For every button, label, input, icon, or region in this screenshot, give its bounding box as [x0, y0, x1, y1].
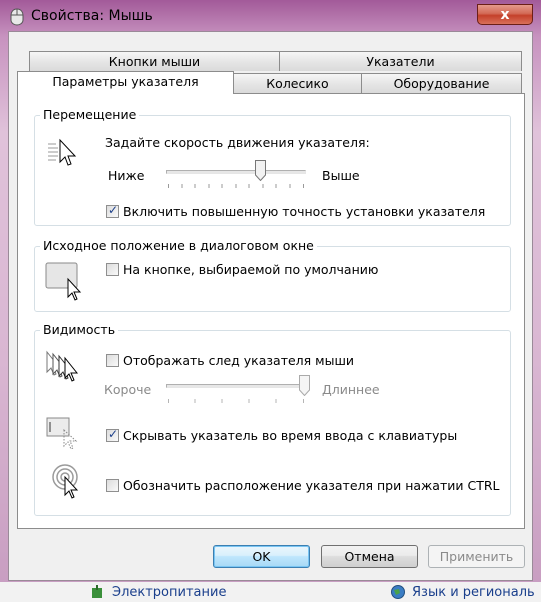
- speed-slider-thumb[interactable]: [254, 160, 266, 181]
- pointer-speed-icon: [48, 138, 77, 166]
- power-options-icon: [92, 585, 102, 598]
- snap-to-default-label[interactable]: На кнопке, выбираемой по умолчанию: [123, 262, 378, 277]
- close-button[interactable]: x: [477, 4, 533, 25]
- tab-hardware[interactable]: Оборудование: [361, 73, 522, 93]
- window-title: Свойства: Мышь: [31, 8, 153, 24]
- pointer-trails-icon: [46, 350, 79, 382]
- enhance-precision-checkbox[interactable]: [106, 203, 119, 218]
- trails-slider-track[interactable]: [166, 384, 306, 388]
- background-item-language[interactable]: Язык и региональ: [412, 585, 535, 600]
- globe-icon: [391, 585, 405, 599]
- hide-pointer-typing-checkbox[interactable]: [106, 427, 119, 442]
- tab-pointer-options[interactable]: Параметры указателя: [17, 71, 234, 94]
- speed-fast-label: Выше: [322, 168, 360, 183]
- ok-button[interactable]: OK: [213, 545, 310, 568]
- hide-pointer-typing-label[interactable]: Скрывать указатель во время ввода с клав…: [123, 428, 457, 443]
- trails-long-label: Длиннее: [322, 382, 380, 397]
- trails-slider-thumb[interactable]: [298, 375, 310, 396]
- trails-slider-ticks: [168, 399, 304, 403]
- trails-short-label: Короче: [104, 382, 152, 397]
- snap-to-group: [34, 246, 511, 312]
- tab-buttons[interactable]: Кнопки мыши: [29, 51, 280, 71]
- speed-slow-label: Ниже: [108, 168, 145, 183]
- snap-to-default-checkbox[interactable]: [106, 263, 119, 276]
- motion-group-title: Перемещение: [40, 107, 140, 122]
- speed-slider-ticks: [168, 184, 304, 188]
- show-location-ctrl-label[interactable]: Обозначить расположение указателя при на…: [123, 478, 499, 493]
- speed-label: Задайте скорость движения указателя:: [105, 135, 370, 150]
- background-item-power[interactable]: Электропитание: [112, 585, 226, 600]
- mouse-icon: [10, 8, 24, 26]
- tab-pointers[interactable]: Указатели: [279, 51, 522, 71]
- ctrl-location-icon: [52, 464, 79, 499]
- hide-pointer-icon: [46, 417, 78, 450]
- snap-to-default-icon: [45, 262, 82, 301]
- cancel-button[interactable]: Отмена: [321, 545, 418, 568]
- apply-button[interactable]: Применить: [428, 545, 525, 568]
- speed-slider-track[interactable]: [166, 170, 306, 174]
- visibility-group-title: Видимость: [40, 322, 119, 337]
- snap-to-group-title: Исходное положение в диалоговом окне: [40, 238, 317, 253]
- tab-wheel[interactable]: Колесико: [233, 73, 362, 93]
- show-location-ctrl-checkbox[interactable]: [106, 479, 119, 492]
- pointer-trails-label[interactable]: Отображать след указателя мыши: [123, 353, 354, 368]
- active-tab-joint: [18, 92, 233, 94]
- enhance-precision-label[interactable]: Включить повышенную точность установки у…: [123, 204, 485, 219]
- pointer-trails-checkbox[interactable]: [106, 354, 119, 367]
